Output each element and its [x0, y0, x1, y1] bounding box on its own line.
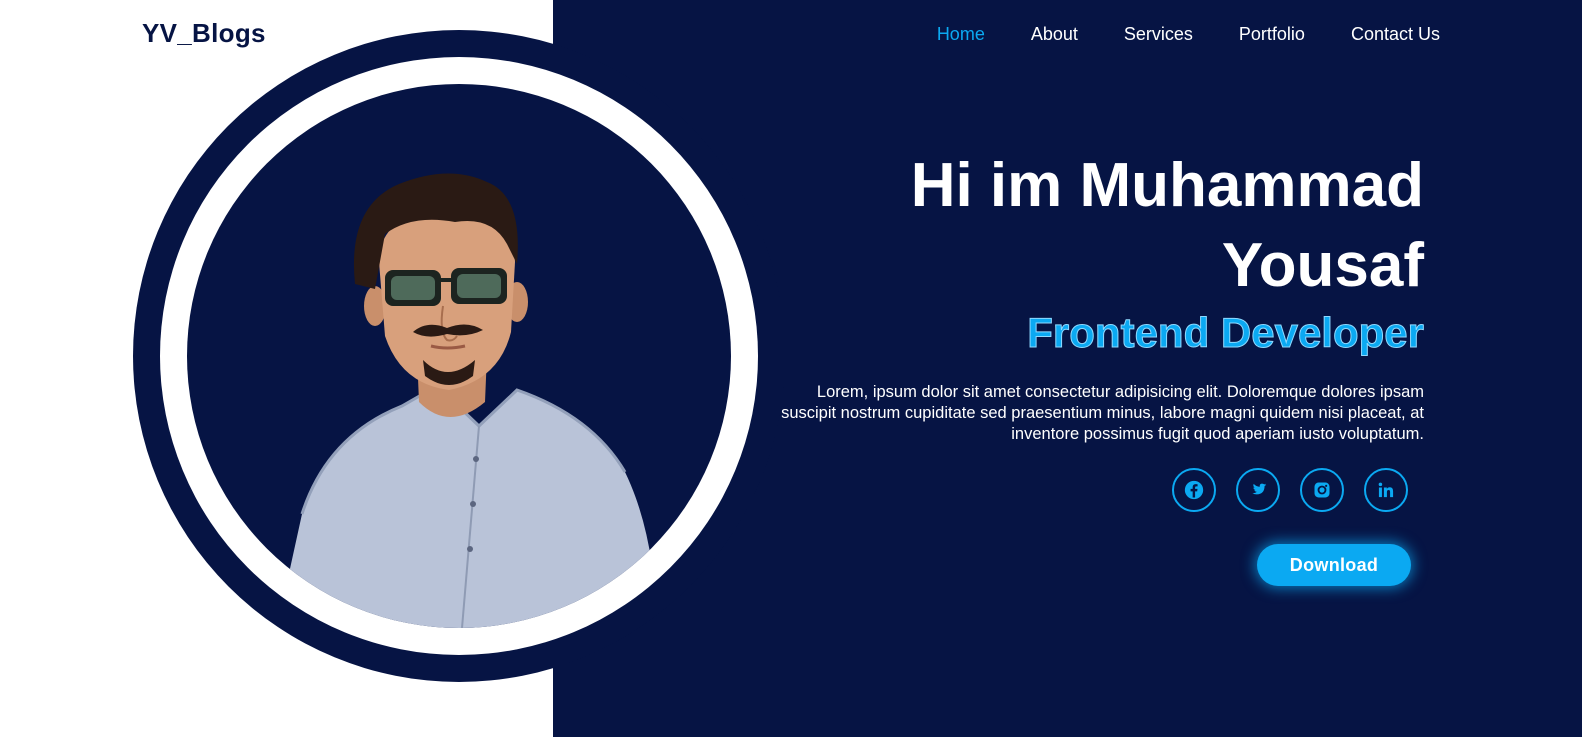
nav-item-portfolio[interactable]: Portfolio: [1239, 24, 1305, 45]
hero-title: Hi im Muhammad Yousaf: [744, 146, 1424, 306]
social-links: [1172, 468, 1408, 512]
facebook-icon: [1184, 480, 1204, 500]
profile-photo: [277, 173, 657, 628]
hero-title-line2: Yousaf: [1221, 231, 1424, 300]
hero-description: Lorem, ipsum dolor sit amet consectetur …: [781, 383, 1424, 443]
instagram-icon: [1314, 482, 1330, 498]
download-button[interactable]: Download: [1257, 544, 1411, 586]
hero-role: Frontend Developer: [1027, 309, 1425, 357]
linkedin-link[interactable]: [1364, 468, 1408, 512]
twitter-icon: [1252, 483, 1267, 495]
nav-item-contact-us[interactable]: Contact Us: [1351, 24, 1440, 45]
hero-title-line1: Hi im Muhammad: [910, 151, 1424, 220]
main-navigation: Home About Services Portfolio Contact Us: [891, 24, 1440, 45]
nav-item-services[interactable]: Services: [1124, 24, 1193, 45]
nav-item-about[interactable]: About: [1031, 24, 1078, 45]
instagram-link[interactable]: [1300, 468, 1344, 512]
site-logo[interactable]: YV_Blogs: [142, 18, 266, 49]
profile-photo-frame: [187, 84, 731, 628]
hero-section: Hi im Muhammad Yousaf Frontend Developer…: [744, 146, 1424, 445]
facebook-link[interactable]: [1172, 468, 1216, 512]
twitter-link[interactable]: [1236, 468, 1280, 512]
linkedin-icon: [1378, 482, 1394, 498]
nav-item-home[interactable]: Home: [937, 24, 985, 45]
